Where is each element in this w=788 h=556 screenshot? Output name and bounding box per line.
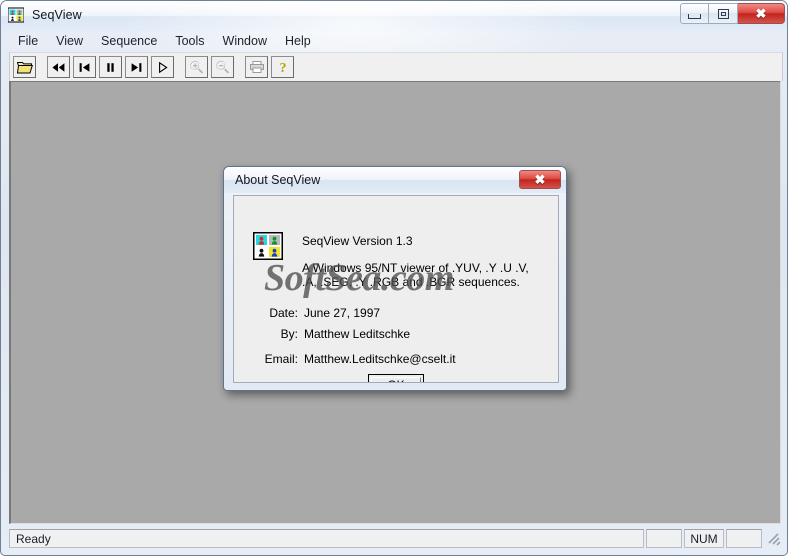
about-date-value: June 27, 1997: [304, 306, 381, 320]
rewind-icon: [52, 62, 65, 72]
title-bar[interactable]: SeqView ✖: [1, 1, 787, 29]
pause-icon: [107, 62, 114, 72]
menu-item-tools[interactable]: Tools: [166, 32, 213, 51]
menu-item-help[interactable]: Help: [276, 32, 320, 51]
seqview-app-icon: [253, 232, 283, 260]
zoom-in-button[interactable]: [185, 56, 208, 78]
menu-item-sequence[interactable]: Sequence: [92, 32, 166, 51]
zoom-in-icon: [190, 60, 204, 74]
status-message: Ready: [9, 529, 644, 548]
printer-icon: [249, 61, 264, 73]
zoom-out-icon: [216, 60, 230, 74]
status-pane-small: [646, 529, 682, 548]
zoom-out-button[interactable]: [211, 56, 234, 78]
close-button[interactable]: ✖: [738, 3, 785, 24]
maximize-icon: [717, 8, 729, 19]
about-description-text: A Windows 95/NT viewer of .YUV, .Y .U .V…: [302, 261, 529, 289]
menu-item-window[interactable]: Window: [214, 32, 276, 51]
close-icon: ✖: [534, 172, 546, 187]
ok-button[interactable]: OK: [368, 374, 424, 382]
about-by-label: By:: [280, 327, 298, 341]
play-icon: [159, 61, 168, 73]
status-pane-extra: [726, 529, 762, 548]
application-window: SeqView ✖ File View Sequence Tools Windo…: [0, 0, 788, 556]
menu-item-file[interactable]: File: [9, 32, 47, 51]
about-email-label: Email:: [264, 352, 298, 366]
status-bar: Ready NUM: [9, 528, 781, 549]
open-file-button[interactable]: [13, 56, 36, 78]
about-dialog-body: SeqView Version 1.3 A Windows 95/NT view…: [233, 195, 559, 383]
about-dialog-title: About SeqView: [235, 173, 321, 187]
status-num-indicator: NUM: [684, 529, 724, 548]
about-dialog-close-button[interactable]: ✖: [519, 170, 561, 189]
skip-next-icon: [131, 62, 142, 72]
about-dialog: About SeqView ✖ SeqView Version 1.3 A Wi…: [223, 166, 567, 391]
ok-button-label: OK: [371, 377, 421, 382]
help-button[interactable]: ?: [271, 56, 294, 78]
seqview-app-icon: [8, 7, 24, 23]
window-controls: ✖: [680, 3, 785, 24]
menu-item-view[interactable]: View: [47, 32, 92, 51]
resize-grip[interactable]: [765, 529, 781, 548]
about-version-text: SeqView Version 1.3: [302, 234, 413, 248]
previous-frame-button[interactable]: [73, 56, 96, 78]
about-dialog-title-bar[interactable]: About SeqView ✖: [224, 167, 566, 193]
about-date-label: Date:: [269, 306, 298, 320]
pause-button[interactable]: [99, 56, 122, 78]
print-button[interactable]: [245, 56, 268, 78]
minimize-icon: [688, 13, 701, 19]
next-frame-button[interactable]: [125, 56, 148, 78]
svg-text:?: ?: [279, 61, 286, 75]
rewind-button[interactable]: [47, 56, 70, 78]
close-icon: ✖: [755, 6, 767, 21]
open-folder-icon: [16, 62, 33, 74]
play-button[interactable]: [151, 56, 174, 78]
question-mark-icon: ?: [279, 61, 286, 75]
resize-grip-icon: [768, 533, 781, 546]
skip-previous-icon: [79, 62, 90, 72]
window-title: SeqView: [32, 8, 82, 22]
toolbar: ?: [9, 52, 783, 81]
menu-bar: File View Sequence Tools Window Help: [9, 31, 781, 51]
about-by-value: Matthew Leditschke: [304, 327, 411, 341]
minimize-button[interactable]: [680, 3, 709, 24]
about-email-value: Matthew.Leditschke@cselt.it: [304, 352, 456, 366]
maximize-button[interactable]: [709, 3, 738, 24]
